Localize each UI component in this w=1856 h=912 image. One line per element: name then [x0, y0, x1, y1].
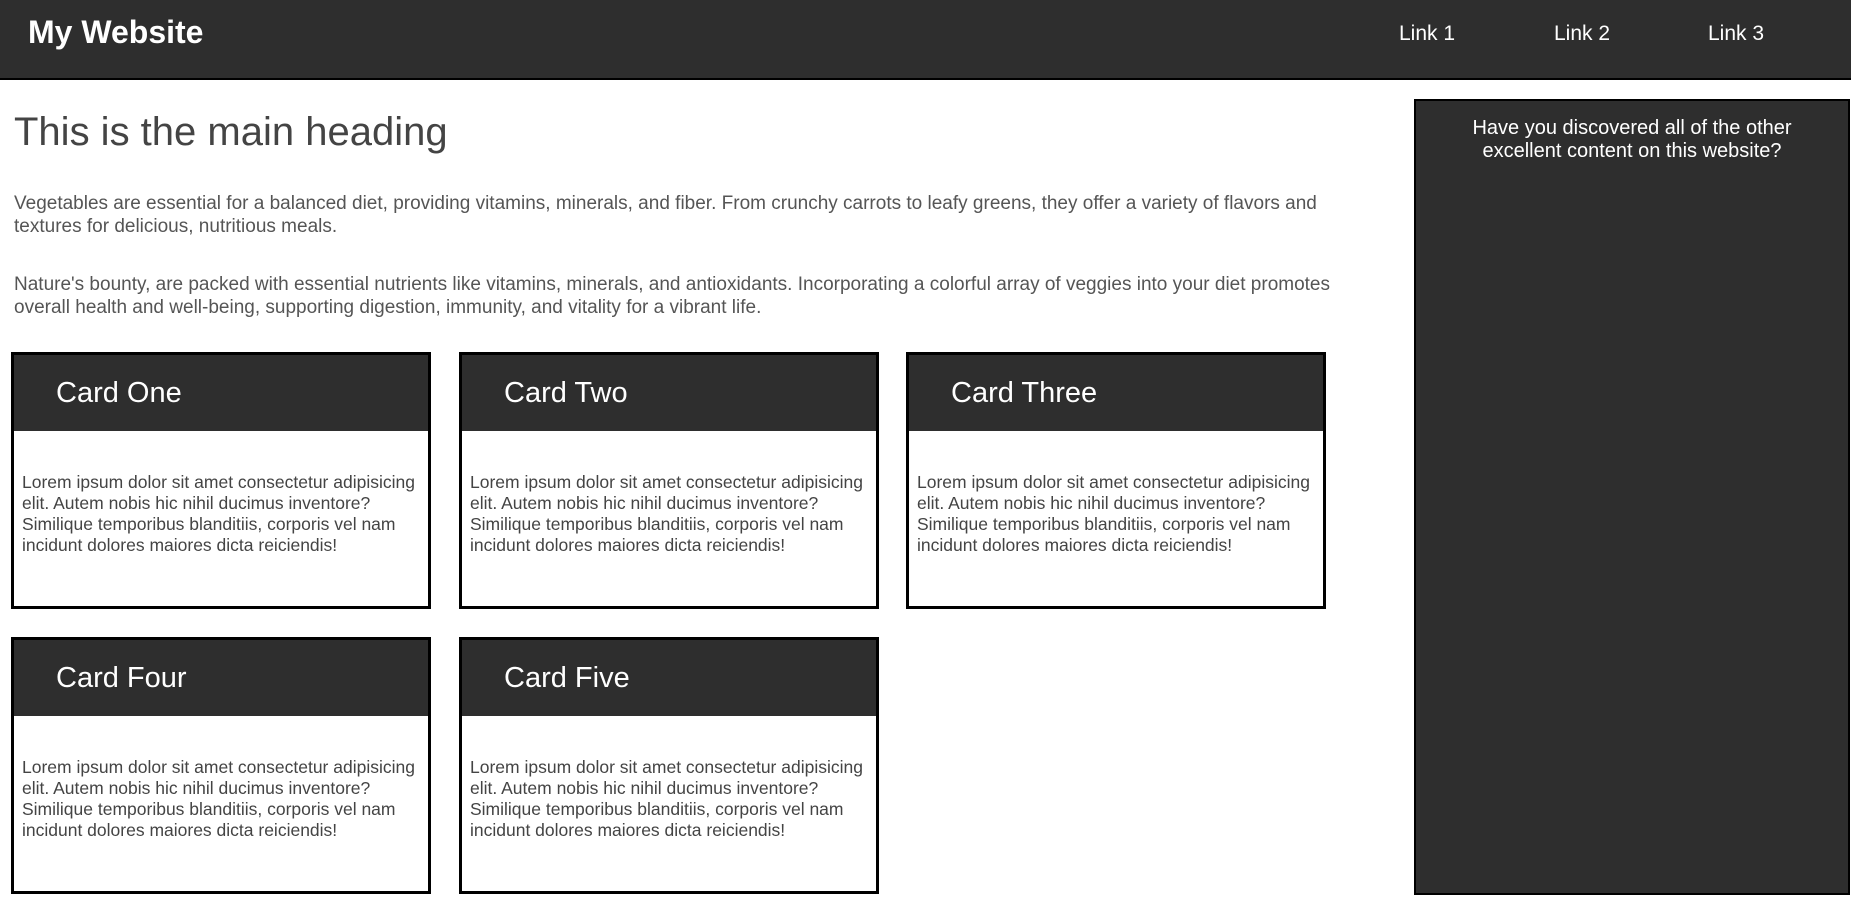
card-one: Card One Lorem ipsum dolor sit amet cons… — [11, 352, 431, 609]
card-header: Card Three — [909, 355, 1323, 431]
navbar: My Website Link 1 Link 2 Link 3 — [0, 0, 1851, 80]
card-header: Card One — [14, 355, 428, 431]
card-title: Card Three — [951, 377, 1098, 409]
card-header: Card Two — [462, 355, 876, 431]
card-title: Card Five — [504, 662, 630, 694]
card-header: Card Five — [462, 640, 876, 716]
nav-link-1[interactable]: Link 1 — [1399, 22, 1455, 46]
card-body: Lorem ipsum dolor sit amet consectetur a… — [470, 472, 863, 555]
nav-link-3[interactable]: Link 3 — [1708, 22, 1764, 46]
card-two: Card Two Lorem ipsum dolor sit amet cons… — [459, 352, 879, 609]
intro-paragraph-1: Vegetables are essential for a balanced … — [14, 193, 1317, 237]
site-brand[interactable]: My Website — [28, 14, 203, 51]
card-body: Lorem ipsum dolor sit amet consectetur a… — [470, 757, 863, 840]
card-three: Card Three Lorem ipsum dolor sit amet co… — [906, 352, 1326, 609]
intro-paragraph-2: Nature's bounty, are packed with essenti… — [14, 274, 1331, 318]
card-title: Card Four — [56, 662, 187, 694]
card-body: Lorem ipsum dolor sit amet consectetur a… — [917, 472, 1310, 555]
sidebar-promo-text: Have you discovered all of the other exc… — [1472, 117, 1792, 162]
nav-link-2[interactable]: Link 2 — [1554, 22, 1610, 46]
card-title: Card One — [56, 377, 182, 409]
card-body: Lorem ipsum dolor sit amet consectetur a… — [22, 757, 415, 840]
main-heading: This is the main heading — [14, 110, 448, 154]
card-four: Card Four Lorem ipsum dolor sit amet con… — [11, 637, 431, 894]
card-five: Card Five Lorem ipsum dolor sit amet con… — [459, 637, 879, 894]
card-body: Lorem ipsum dolor sit amet consectetur a… — [22, 472, 415, 555]
card-header: Card Four — [14, 640, 428, 716]
card-title: Card Two — [504, 377, 628, 409]
sidebar: Have you discovered all of the other exc… — [1414, 99, 1850, 895]
